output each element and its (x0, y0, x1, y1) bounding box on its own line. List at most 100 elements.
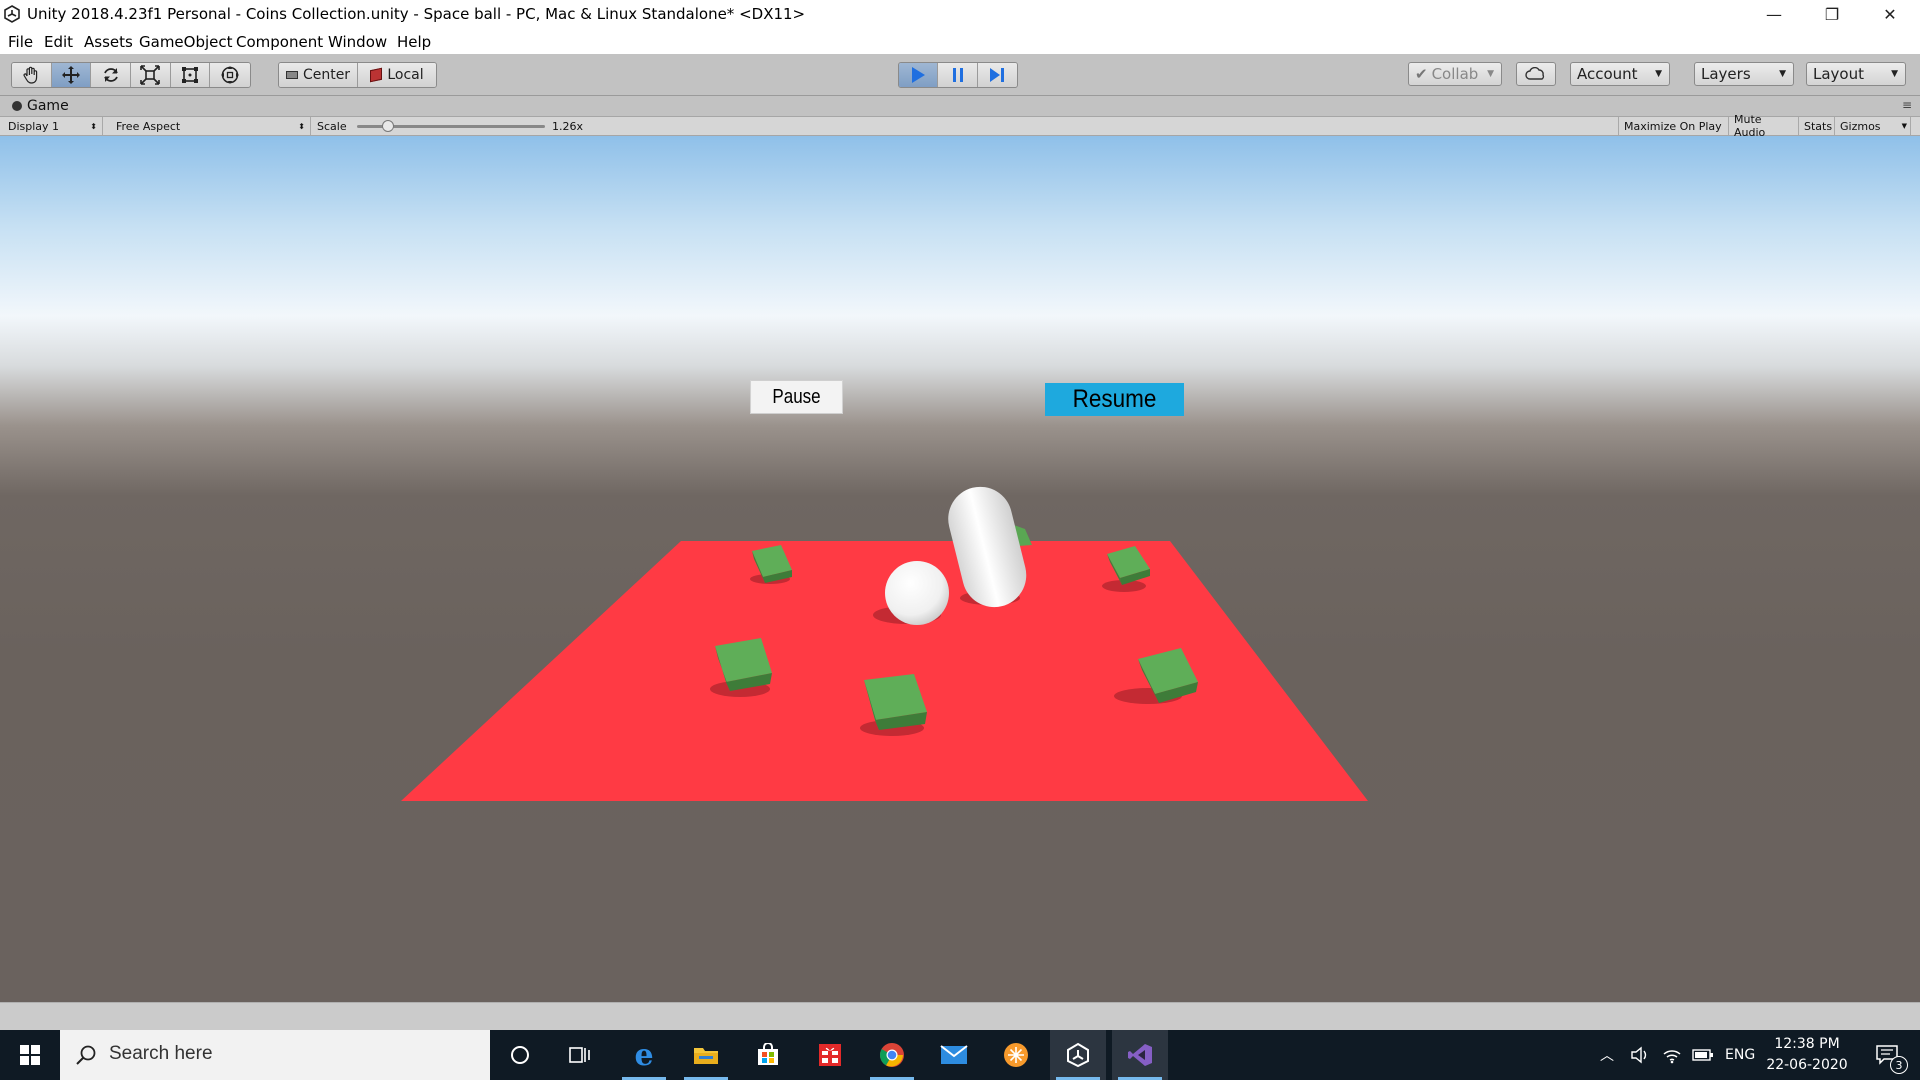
gizmos-toggle[interactable]: Gizmos ▼ (1835, 117, 1911, 135)
game-tab-label: Game (27, 98, 69, 114)
dropdown-arrow-icon: ▼ (1891, 69, 1898, 79)
collab-dropdown[interactable]: ✔ Collab ▼ (1408, 62, 1502, 86)
menu-gameobject[interactable]: GameObject (139, 33, 233, 51)
pause-ui-button[interactable]: Pause (750, 380, 843, 414)
player-ball (885, 561, 949, 625)
collab-label: Collab (1431, 65, 1479, 83)
game-scene (401, 486, 1368, 801)
window-title: Unity 2018.4.23f1 Personal - Coins Colle… (27, 5, 806, 23)
clock-date: 22-06-2020 (1766, 1057, 1848, 1073)
scale-tool-icon[interactable] (131, 63, 171, 87)
menu-file[interactable]: File (8, 33, 33, 51)
chrome-icon[interactable] (864, 1030, 920, 1080)
task-view-icon[interactable] (552, 1030, 608, 1080)
game-tab-bar: Game ≡ (0, 96, 1920, 116)
play-icon (912, 67, 926, 83)
action-center-button[interactable]: 3 (1862, 1030, 1912, 1080)
clock-time: 12:38 PM (1774, 1036, 1840, 1052)
ground-plane (401, 541, 1368, 801)
transform-tools (11, 62, 251, 88)
stats-toggle[interactable]: Stats (1799, 117, 1835, 135)
gift-icon[interactable] (802, 1030, 858, 1080)
store-icon[interactable] (740, 1030, 796, 1080)
search-placeholder: Search here (109, 1043, 213, 1064)
local-cube-icon (370, 67, 383, 83)
menu-component[interactable]: Component (236, 33, 323, 51)
status-strip (0, 1002, 1920, 1030)
cloud-button[interactable] (1516, 62, 1556, 86)
panel-menu-icon[interactable]: ≡ (1902, 98, 1912, 112)
game-pacman-icon (12, 101, 22, 111)
mute-audio-toggle[interactable]: Mute Audio (1729, 113, 1799, 139)
search-icon (76, 1045, 96, 1065)
taskbar-search[interactable]: Search here (60, 1030, 490, 1080)
layout-dropdown[interactable]: Layout ▼ (1806, 62, 1906, 86)
start-button[interactable] (2, 1030, 58, 1080)
rect-tool-icon[interactable] (170, 63, 211, 87)
layout-label: Layout (1813, 65, 1864, 83)
resume-ui-button[interactable]: Resume (1045, 383, 1184, 416)
updown-arrow-icon: ⬍ (298, 121, 305, 131)
network-icon[interactable] (1662, 1030, 1682, 1080)
aspect-dropdown[interactable]: Free Aspect ⬍ (111, 117, 311, 135)
scale-label: Scale (317, 119, 347, 133)
gizmos-label: Gizmos (1840, 119, 1881, 133)
title-bar: Unity 2018.4.23f1 Personal - Coins Colle… (0, 0, 1920, 29)
scale-value: 1.26x (552, 119, 584, 133)
volume-icon[interactable] (1630, 1030, 1650, 1080)
pause-ui-label: Pause (772, 385, 821, 408)
dropdown-arrow-icon: ▼ (1655, 69, 1662, 79)
tab-game[interactable]: Game (4, 96, 74, 116)
menu-help[interactable]: Help (397, 33, 431, 51)
orange-app-icon[interactable] (988, 1030, 1044, 1080)
layers-dropdown[interactable]: Layers ▼ (1694, 62, 1794, 86)
account-dropdown[interactable]: Account ▼ (1570, 62, 1670, 86)
pivot-center-toggle[interactable]: Center (279, 63, 358, 87)
mail-icon[interactable] (926, 1030, 982, 1080)
language-label: ENG (1725, 1047, 1756, 1063)
cortana-icon[interactable] (492, 1030, 548, 1080)
step-button[interactable] (977, 63, 1017, 87)
pivot-local-toggle[interactable]: Local (358, 63, 436, 87)
transform-tool-icon[interactable] (210, 63, 250, 87)
windows-taskbar: Search here e ︿ ENG 12:38 PM 22-06-2020 … (0, 1030, 1920, 1080)
menu-assets[interactable]: Assets (84, 33, 133, 51)
center-label: Center (302, 67, 351, 83)
language-indicator[interactable]: ENG (1725, 1030, 1755, 1080)
minimize-button[interactable]: — (1745, 0, 1803, 29)
display-dropdown[interactable]: Display 1 ⬍ (3, 117, 103, 135)
game-viewport[interactable]: Pause Resume (0, 136, 1920, 1002)
battery-icon[interactable] (1692, 1030, 1714, 1080)
menu-edit[interactable]: Edit (44, 33, 73, 51)
play-button[interactable] (899, 63, 939, 87)
maximize-on-play-toggle[interactable]: Maximize On Play (1618, 117, 1729, 135)
display-label: Display 1 (8, 119, 60, 133)
dropdown-arrow-icon: ▼ (1487, 69, 1494, 79)
clock[interactable]: 12:38 PM 22-06-2020 (1762, 1030, 1852, 1080)
windows-logo-icon (20, 1045, 40, 1065)
show-hidden-icons[interactable]: ︿ (1600, 1030, 1614, 1080)
resume-ui-label: Resume (1072, 385, 1157, 413)
account-label: Account (1577, 65, 1638, 83)
center-icon (285, 71, 298, 79)
scale-slider-thumb[interactable] (381, 120, 394, 132)
step-icon (990, 68, 1005, 82)
layers-label: Layers (1701, 65, 1751, 83)
close-button[interactable]: ✕ (1861, 0, 1919, 29)
cloud-icon (1525, 67, 1545, 80)
notification-badge: 3 (1890, 1056, 1908, 1074)
chevron-up-icon: ︿ (1600, 1048, 1614, 1064)
hand-tool-icon[interactable] (12, 63, 52, 87)
game-view-toolbar: Display 1 ⬍ Free Aspect ⬍ Scale 1.26x Ma… (0, 113, 1920, 139)
edge-icon[interactable]: e (616, 1030, 672, 1080)
visual-studio-icon[interactable] (1112, 1030, 1168, 1080)
scale-slider[interactable] (357, 120, 545, 132)
move-tool-icon[interactable] (51, 63, 92, 87)
aspect-label: Free Aspect (116, 119, 181, 133)
menu-window[interactable]: Window (328, 33, 387, 51)
rotate-tool-icon[interactable] (91, 63, 132, 87)
pause-button[interactable] (938, 63, 978, 87)
restore-button[interactable]: ❐ (1803, 0, 1861, 29)
file-explorer-icon[interactable] (678, 1030, 734, 1080)
unity-icon[interactable] (1050, 1030, 1106, 1080)
